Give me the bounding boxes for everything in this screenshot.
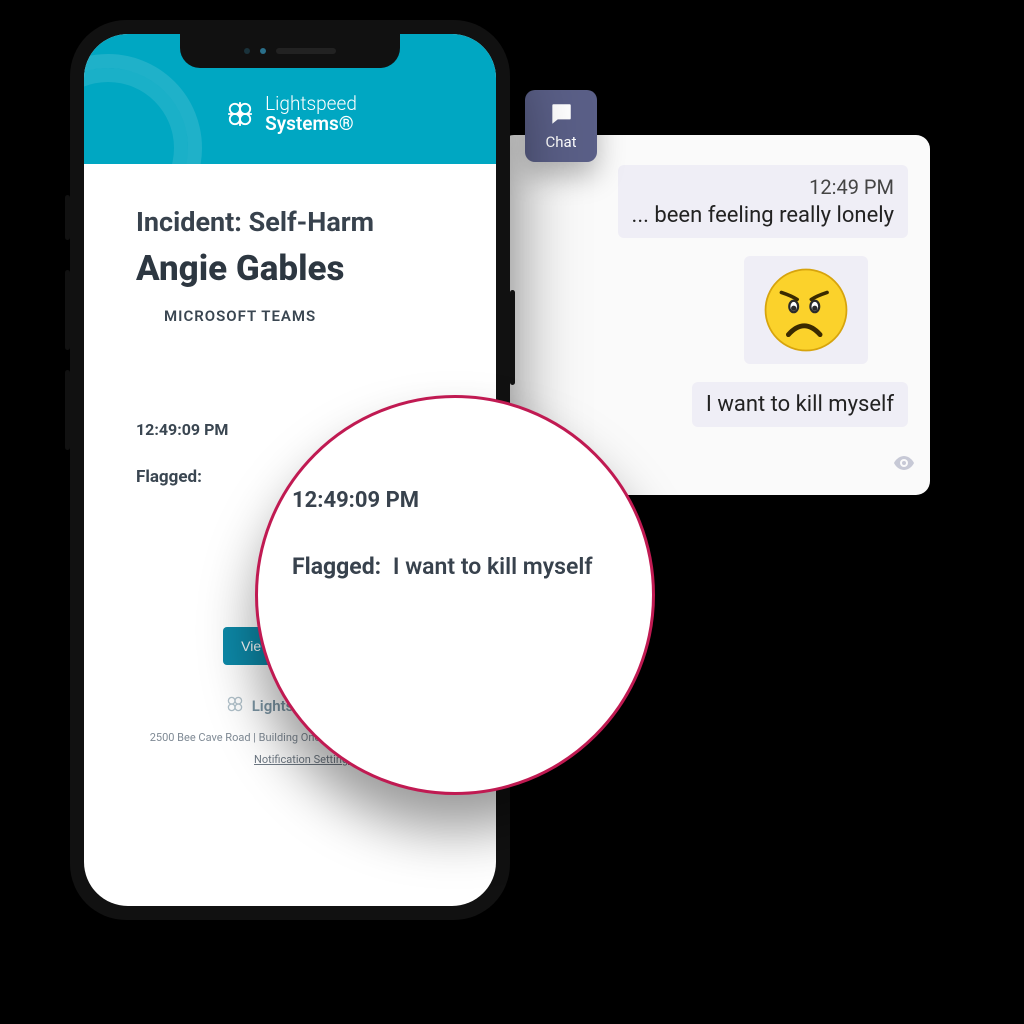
brand-name: LightspeedSystems® — [265, 94, 357, 134]
magnifier-callout: 12:49:09 PM Flagged: I want to kill myse… — [255, 395, 655, 795]
chat-message-3[interactable]: I want to kill myself — [692, 382, 908, 427]
chat-message-3-text: I want to kill myself — [706, 392, 894, 417]
magnifier-timestamp: 12:49:09 PM — [292, 488, 622, 513]
phone-notch — [180, 34, 400, 68]
worried-face-emoji-icon — [762, 266, 850, 354]
chat-tab-label: Chat — [545, 133, 576, 151]
incident-person: Angie Gables — [136, 248, 476, 289]
magnifier-flag-label: Flagged: — [292, 553, 381, 580]
chat-tab[interactable]: Chat — [525, 90, 597, 162]
chat-bubble-icon — [547, 101, 575, 131]
brand-logo: LightspeedSystems® — [223, 94, 357, 134]
lightspeed-logo-icon — [224, 693, 246, 719]
phone-power-button — [510, 290, 515, 385]
incident-source: MICROSOFT TEAMS — [164, 307, 476, 325]
seen-indicator-eye-icon — [892, 451, 916, 479]
chat-message-1[interactable]: 12:49 PM ... been feeling really lonely — [618, 165, 908, 238]
chat-message-1-text: ... been feeling really lonely — [632, 203, 894, 228]
incident-title: Incident: Self-Harm — [136, 206, 476, 238]
chat-message-emoji[interactable] — [744, 256, 868, 364]
lightspeed-logo-icon — [223, 97, 257, 131]
chat-message-1-time: 12:49 PM — [632, 175, 894, 199]
magnifier-flag-text: I want to kill myself — [393, 553, 593, 580]
